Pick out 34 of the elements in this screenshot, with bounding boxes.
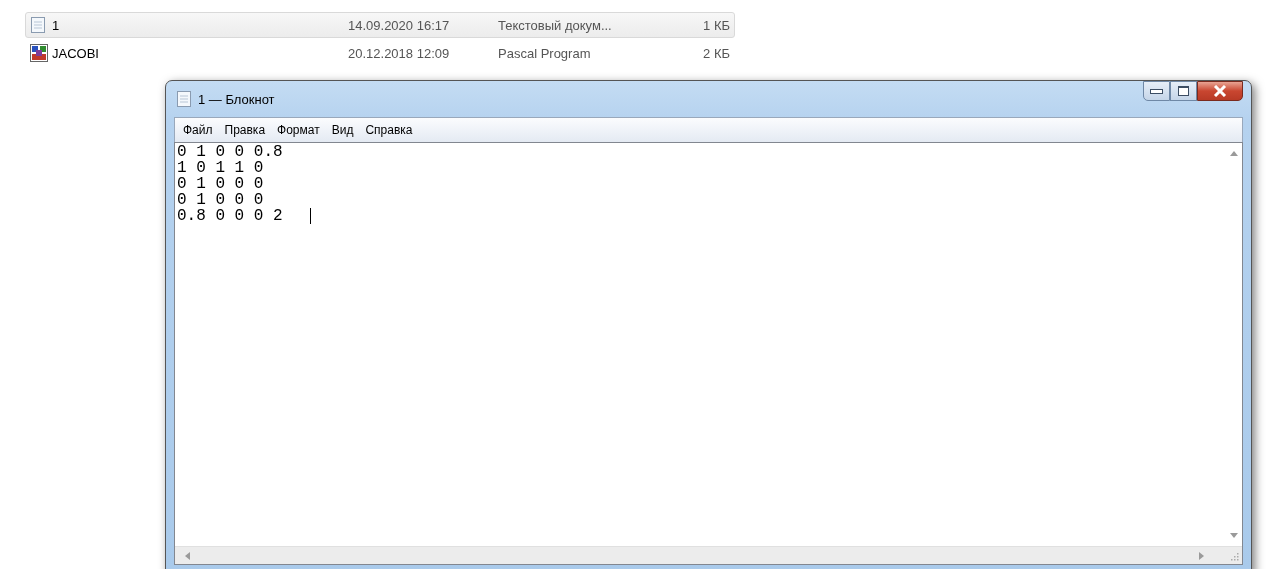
file-date: 20.12.2018 12:09: [348, 45, 451, 61]
file-type: Текстовый докум...: [498, 17, 613, 33]
file-row[interactable]: 1 14.09.2020 16:17 Текстовый докум... 1 КБ: [25, 12, 735, 38]
window-title: 1 — Блокнот: [198, 91, 275, 107]
menu-item[interactable]: Вид: [325, 123, 360, 137]
file-date: 14.09.2020 16:17: [348, 17, 451, 33]
file-name: 1: [52, 17, 61, 33]
scroll-left-icon[interactable]: [185, 551, 190, 560]
close-button[interactable]: [1197, 81, 1243, 101]
text-line: 0.8 0 0 0 2: [177, 208, 284, 224]
menu-item[interactable]: Справка: [359, 123, 419, 137]
maximize-button[interactable]: [1170, 81, 1197, 101]
menu-item[interactable]: Формат: [271, 123, 326, 137]
scroll-down-icon[interactable]: [1229, 533, 1238, 538]
file-type: Pascal Program: [498, 45, 592, 61]
document-icon: [30, 16, 46, 34]
file-name: JACOBI: [52, 45, 100, 61]
file-size: 1 КБ: [702, 17, 730, 33]
file-row[interactable]: JACOBI 20.12.2018 12:09 Pascal Program 2 КБ: [25, 40, 735, 66]
resize-grip-icon[interactable]: [1230, 552, 1239, 561]
text-line: 0 1 0 0 0.8: [177, 144, 283, 160]
text-line: 1 0 1 1 0: [177, 160, 264, 176]
minimize-button[interactable]: [1143, 81, 1170, 101]
text-line: 0 1 0 0 0: [177, 192, 264, 208]
text-cursor: [309, 208, 311, 224]
pascal-file-icon: [30, 44, 48, 62]
menu-item[interactable]: Файл: [177, 123, 219, 137]
file-size: 2 КБ: [702, 45, 730, 61]
notepad-icon: [176, 90, 192, 108]
scroll-up-icon[interactable]: [1229, 151, 1238, 156]
menu-item[interactable]: Правка: [218, 123, 272, 137]
text-line: 0 1 0 0 0: [177, 176, 264, 192]
close-icon: [1213, 85, 1227, 97]
scroll-right-icon[interactable]: [1199, 551, 1204, 560]
